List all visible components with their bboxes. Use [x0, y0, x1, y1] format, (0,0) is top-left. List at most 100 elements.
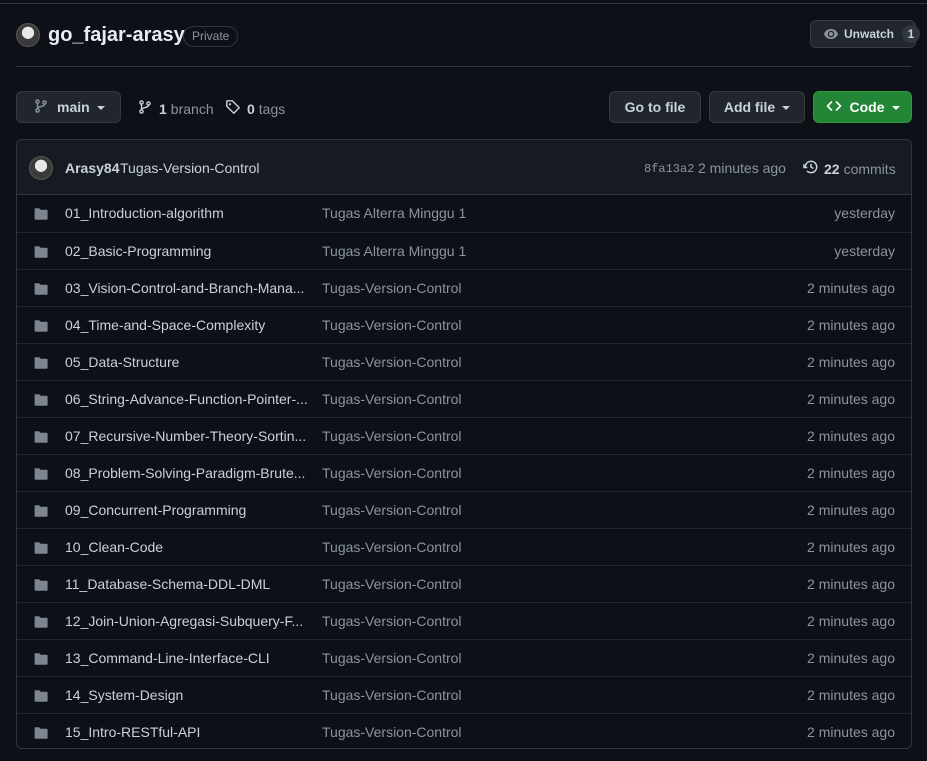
tag-word: tags [258, 100, 286, 117]
file-row[interactable]: 07_Recursive-Number-Theory-Sortin... Tuga… [17, 417, 911, 454]
folder-name-link[interactable]: 06_String-Advance-Function-Pointer-... [65, 391, 310, 407]
commit-time: 2 minutes ago [807, 539, 895, 555]
file-row[interactable]: 13_Command-Line-Interface-CLI Tugas-Versi… [17, 639, 911, 676]
commit-time: 2 minutes ago [807, 687, 895, 703]
watch-count: 1 [902, 25, 921, 43]
folder-icon [33, 429, 49, 448]
commit-message-link[interactable]: Tugas-Version-Control [120, 160, 260, 176]
commit-message-link[interactable]: Tugas-Version-Control [322, 317, 462, 333]
file-row[interactable]: 08_Problem-Solving-Paradigm-Brute... Tuga… [17, 454, 911, 491]
eye-icon [823, 26, 839, 42]
history-icon [803, 159, 819, 178]
branches-link[interactable]: 1 branch [137, 99, 214, 118]
unwatch-label: Unwatch [844, 27, 895, 41]
folder-icon [33, 466, 49, 485]
folder-icon [33, 503, 49, 522]
folder-name-link[interactable]: 01_Introduction-algorithm [65, 205, 310, 221]
go-to-file-button[interactable]: Go to file [609, 91, 701, 123]
file-row[interactable]: 02_Basic-Programming Tugas Alterra Minggu… [17, 232, 911, 269]
folder-icon [33, 577, 49, 596]
commit-message-link[interactable]: Tugas-Version-Control [322, 613, 462, 629]
file-row[interactable]: 06_String-Advance-Function-Pointer-... Tu… [17, 380, 911, 417]
code-button[interactable]: Code [813, 91, 912, 123]
git-branch-icon [137, 99, 153, 118]
commit-message-link[interactable]: Tugas-Version-Control [322, 428, 462, 444]
commit-message-link[interactable]: Tugas-Version-Control [322, 650, 462, 666]
folder-name-link[interactable]: 12_Join-Union-Agregasi-Subquery-F... [65, 613, 310, 629]
commit-message-link[interactable]: Tugas-Version-Control [322, 539, 462, 555]
folder-name-link[interactable]: 04_Time-and-Space-Complexity [65, 317, 310, 333]
folder-icon [33, 355, 49, 374]
file-row[interactable]: 04_Time-and-Space-Complexity Tugas-Versio… [17, 306, 911, 343]
commit-message-link[interactable]: Tugas Alterra Minggu 1 [322, 243, 466, 259]
commit-time: 2 minutes ago [807, 502, 895, 518]
folder-icon [33, 206, 49, 225]
folder-icon [33, 318, 49, 337]
repo-toolbar: main 1 branch 0 tags Go to file Add file… [16, 91, 912, 123]
folder-icon [33, 244, 49, 263]
folder-name-link[interactable]: 13_Command-Line-Interface-CLI [65, 650, 310, 666]
repo-name-link[interactable]: go_fajar-arasy [48, 24, 185, 47]
latest-commit-bar: Arasy84 Tugas-Version-Control 8fa13a2 2 … [17, 140, 911, 195]
file-row[interactable]: 03_Vision-Control-and-Branch-Mana... Tuga… [17, 269, 911, 306]
commit-message-link[interactable]: Tugas-Version-Control [322, 391, 462, 407]
file-row[interactable]: 05_Data-Structure Tugas-Version-Control 2 … [17, 343, 911, 380]
file-row[interactable]: 09_Concurrent-Programming Tugas-Version-C… [17, 491, 911, 528]
file-row[interactable]: 01_Introduction-algorithm Tugas Alterra M… [17, 195, 911, 232]
commit-time: 2 minutes ago [698, 160, 786, 176]
commit-message-link[interactable]: Tugas-Version-Control [322, 687, 462, 703]
code-label: Code [849, 99, 885, 115]
file-row[interactable]: 15_Intro-RESTful-API Tugas-Version-Contro… [17, 713, 911, 748]
chevron-down-icon [96, 106, 105, 110]
folder-name-link[interactable]: 14_System-Design [65, 687, 310, 703]
file-row[interactable]: 11_Database-Schema-DDL-DML Tugas-Version-… [17, 565, 911, 602]
folder-icon [33, 540, 49, 559]
commit-time: yesterday [834, 205, 895, 221]
folder-name-link[interactable]: 15_Intro-RESTful-API [65, 724, 310, 740]
chevron-down-icon [782, 106, 791, 110]
commit-message-link[interactable]: Tugas-Version-Control [322, 280, 462, 296]
commit-author-link[interactable]: Arasy84 [65, 160, 120, 176]
folder-icon [33, 688, 49, 707]
author-avatar[interactable] [29, 156, 53, 180]
folder-name-link[interactable]: 09_Concurrent-Programming [65, 502, 310, 518]
commit-message-link[interactable]: Tugas-Version-Control [322, 465, 462, 481]
file-browser: Arasy84 Tugas-Version-Control 8fa13a2 2 … [16, 139, 912, 749]
commit-message-link[interactable]: Tugas-Version-Control [322, 576, 462, 592]
commit-message-link[interactable]: Tugas-Version-Control [322, 354, 462, 370]
top-border [0, 3, 927, 4]
file-row[interactable]: 10_Clean-Code Tugas-Version-Control 2 minu… [17, 528, 911, 565]
commit-message-link[interactable]: Tugas-Version-Control [322, 502, 462, 518]
folder-name-link[interactable]: 11_Database-Schema-DDL-DML [65, 576, 310, 592]
folder-name-link[interactable]: 10_Clean-Code [65, 539, 310, 555]
tags-link[interactable]: 0 tags [225, 99, 285, 118]
code-icon [826, 98, 842, 117]
commit-time: 2 minutes ago [807, 280, 895, 296]
file-row[interactable]: 12_Join-Union-Agregasi-Subquery-F... Tuga… [17, 602, 911, 639]
branch-select-button[interactable]: main [16, 91, 121, 123]
unwatch-button[interactable]: Unwatch 1 [810, 20, 921, 48]
git-branch-icon [33, 98, 49, 117]
commit-time: 2 minutes ago [807, 428, 895, 444]
folder-name-link[interactable]: 03_Vision-Control-and-Branch-Mana... [65, 280, 310, 296]
folder-icon [33, 392, 49, 411]
repo-header: go_fajar-arasy Private Unwatch 1 [16, 20, 921, 52]
commit-message-link[interactable]: Tugas Alterra Minggu 1 [322, 205, 466, 221]
folder-icon [33, 614, 49, 633]
branch-label: main [57, 99, 90, 115]
commit-time: 2 minutes ago [807, 650, 895, 666]
folder-name-link[interactable]: 08_Problem-Solving-Paradigm-Brute... [65, 465, 310, 481]
commit-time: yesterday [834, 243, 895, 259]
commit-sha-link[interactable]: 8fa13a2 [644, 162, 694, 176]
folder-name-link[interactable]: 07_Recursive-Number-Theory-Sortin... [65, 428, 310, 444]
commit-message-link[interactable]: Tugas-Version-Control [322, 724, 462, 740]
commit-time: 2 minutes ago [807, 391, 895, 407]
commits-history-link[interactable]: 22 commits [803, 159, 896, 178]
file-row[interactable]: 14_System-Design Tugas-Version-Control 2 m… [17, 676, 911, 713]
folder-name-link[interactable]: 02_Basic-Programming [65, 243, 310, 259]
add-file-button[interactable]: Add file [709, 91, 805, 123]
owner-avatar[interactable] [16, 23, 40, 47]
visibility-badge: Private [183, 26, 239, 47]
folder-name-link[interactable]: 05_Data-Structure [65, 354, 310, 370]
folder-icon [33, 281, 49, 300]
